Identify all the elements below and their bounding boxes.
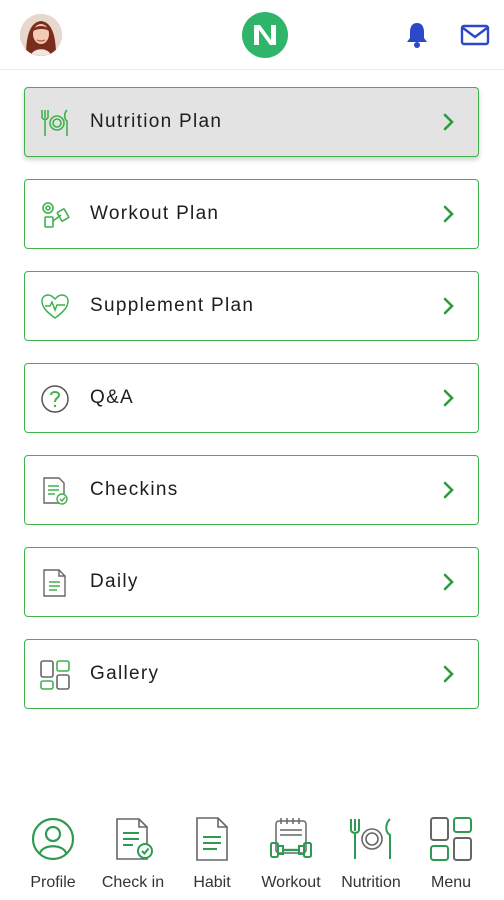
nav-label: Habit bbox=[193, 874, 231, 891]
plate-cutlery-icon bbox=[39, 107, 71, 139]
menu-item-label: Checkins bbox=[90, 479, 179, 500]
nav-profile[interactable]: Profile bbox=[22, 808, 84, 900]
menu-item-label: Nutrition Plan bbox=[90, 111, 223, 132]
bottom-navigation: Profile Check in Habit Workout Nutrition… bbox=[0, 808, 504, 900]
menu-item-workout-plan[interactable]: Workout Plan bbox=[24, 179, 479, 249]
nav-label: Check in bbox=[101, 874, 165, 891]
nav-habit[interactable]: Habit bbox=[182, 808, 242, 900]
menu-item-label: Gallery bbox=[90, 663, 160, 684]
menu-item-label: Supplement Plan bbox=[90, 295, 255, 316]
checklist-icon bbox=[39, 475, 71, 507]
profile-icon bbox=[29, 814, 77, 864]
top-bar bbox=[0, 0, 504, 70]
avatar[interactable] bbox=[20, 14, 62, 56]
heartbeat-icon bbox=[39, 291, 71, 323]
nav-label: Workout bbox=[261, 874, 321, 891]
main-menu-list: Nutrition Plan Workout Plan Supplement P… bbox=[24, 87, 479, 731]
menu-item-label: Daily bbox=[90, 571, 139, 592]
menu-item-nutrition-plan[interactable]: Nutrition Plan bbox=[24, 87, 479, 157]
chevron-right-icon bbox=[443, 481, 454, 499]
menu-item-label: Workout Plan bbox=[90, 203, 220, 224]
menu-item-qa[interactable]: Q&A bbox=[24, 363, 479, 433]
menu-item-checkins[interactable]: Checkins bbox=[24, 455, 479, 525]
chevron-right-icon bbox=[443, 205, 454, 223]
nav-label: Menu bbox=[430, 874, 472, 891]
chevron-right-icon bbox=[443, 389, 454, 407]
user-avatar-photo bbox=[20, 14, 62, 56]
check-in-icon bbox=[109, 814, 157, 864]
bell-icon[interactable] bbox=[404, 21, 430, 49]
chevron-right-icon bbox=[443, 573, 454, 591]
menu-item-supplement-plan[interactable]: Supplement Plan bbox=[24, 271, 479, 341]
nav-check-in[interactable]: Check in bbox=[96, 808, 170, 900]
menu-item-daily[interactable]: Daily bbox=[24, 547, 479, 617]
dumbbell-icon bbox=[39, 199, 71, 231]
question-icon bbox=[39, 383, 71, 415]
n-logo-icon bbox=[240, 12, 290, 58]
gallery-icon bbox=[39, 659, 71, 691]
chevron-right-icon bbox=[443, 665, 454, 683]
nav-label: Nutrition bbox=[341, 874, 401, 891]
menu-grid-icon bbox=[427, 814, 475, 864]
nav-workout[interactable]: Workout bbox=[256, 808, 326, 900]
nav-label: Profile bbox=[30, 874, 76, 891]
menu-item-label: Q&A bbox=[90, 387, 135, 408]
nav-menu[interactable]: Menu bbox=[424, 808, 478, 900]
habit-icon bbox=[188, 814, 236, 864]
nav-nutrition[interactable]: Nutrition bbox=[334, 808, 408, 900]
chevron-right-icon bbox=[443, 297, 454, 315]
chevron-right-icon bbox=[443, 113, 454, 131]
menu-item-gallery[interactable]: Gallery bbox=[24, 639, 479, 709]
mail-icon[interactable] bbox=[460, 24, 490, 46]
workout-icon bbox=[267, 814, 315, 864]
nutrition-icon bbox=[347, 814, 395, 864]
document-icon bbox=[39, 567, 71, 599]
